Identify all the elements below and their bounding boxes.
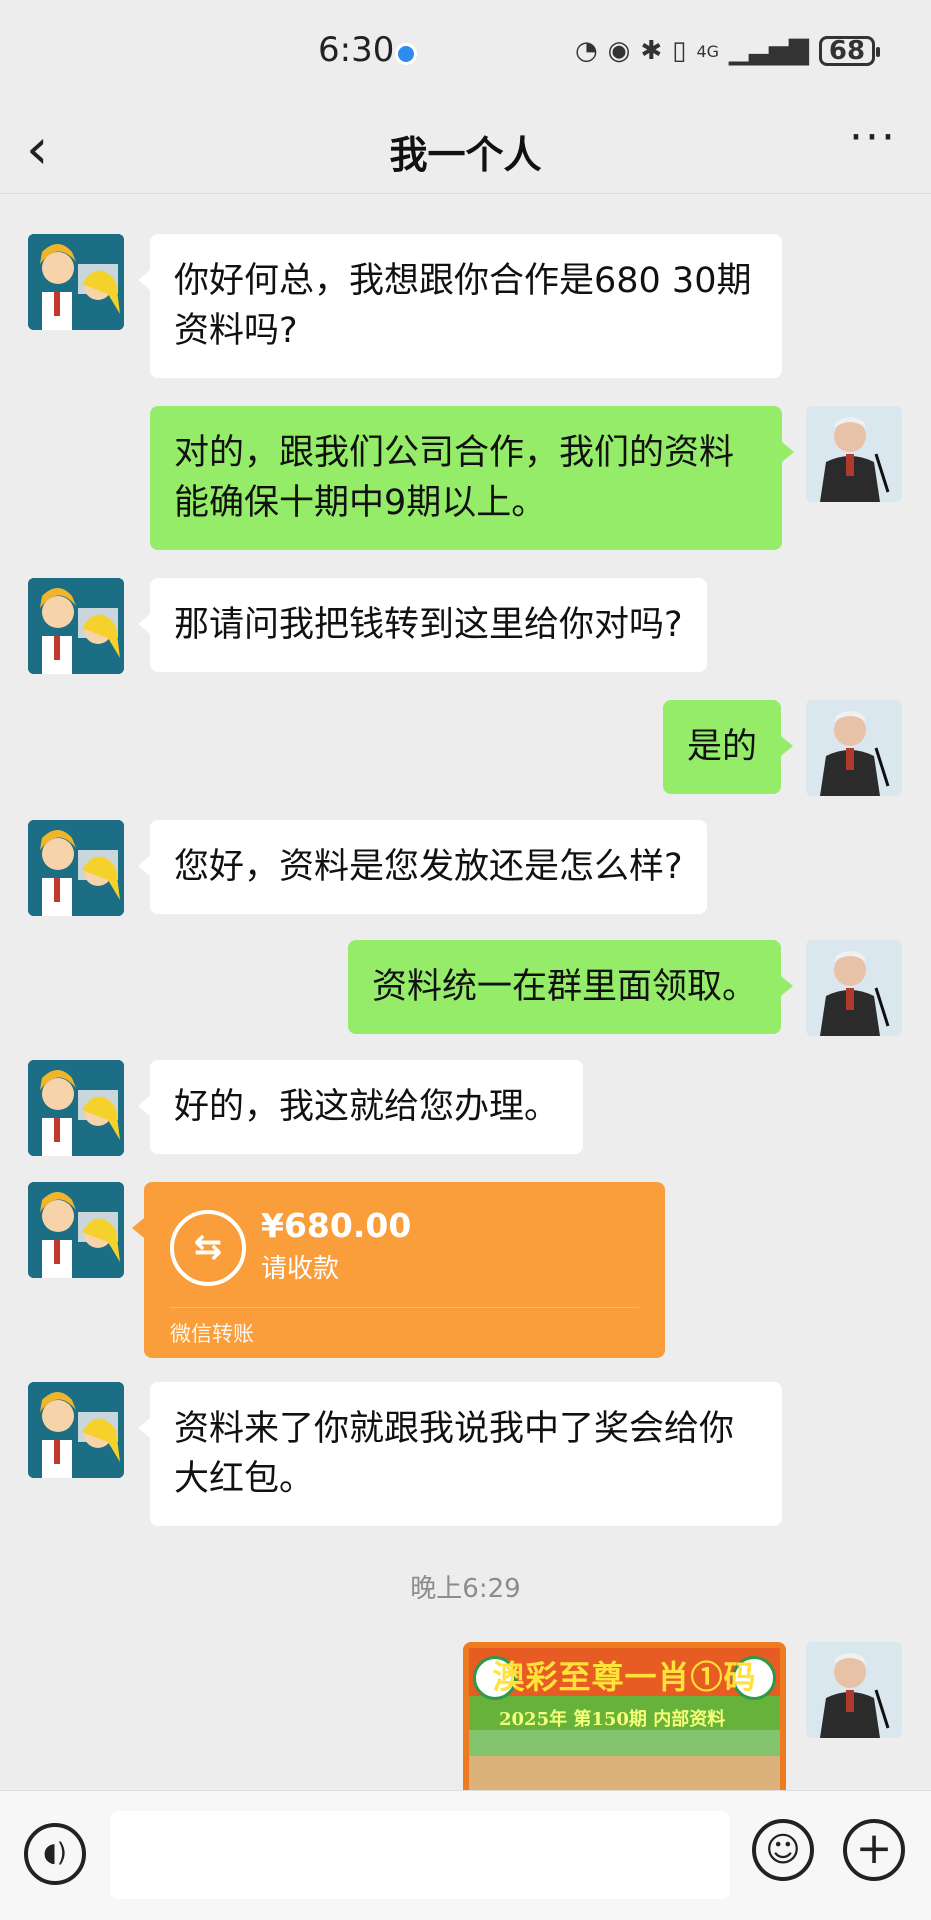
transfer-card[interactable]: ⇆ ¥680.00 请收款 微信转账 — [132, 1182, 665, 1358]
contact-avatar[interactable] — [28, 234, 124, 330]
contact-avatar[interactable] — [28, 820, 124, 916]
message-bubble[interactable]: 对的，跟我们公司合作，我们的资料能确保十期中9期以上。 — [150, 406, 794, 550]
emoji-icon[interactable]: ☺ — [752, 1819, 814, 1881]
speed-icon: ◔ — [574, 36, 598, 66]
vibrate-icon: ▯ — [672, 36, 687, 66]
cartoon-avatar-icon — [28, 1382, 124, 1478]
transfer-amount: ¥680.00 — [261, 1206, 412, 1245]
status-bar: 6:30 ◔ ◉ ✱ ▯ 4G ▁▃▅▇ 68 — [0, 0, 931, 110]
cartoon-avatar-icon — [28, 1060, 124, 1156]
message-bubble[interactable]: 你好何总，我想跟你合作是680 30期资料吗? — [138, 234, 782, 378]
eye-icon: ◉ — [607, 36, 631, 66]
message-bubble[interactable]: 资料统一在群里面领取。 — [347, 940, 794, 1034]
transfer-divider — [170, 1307, 639, 1308]
battery-level: 68 — [828, 36, 866, 66]
signal-label: 4G — [696, 41, 720, 61]
input-bar: ◖) ☺ + — [0, 1790, 931, 1920]
message-bubble[interactable]: 好的，我这就给您办理。 — [137, 1060, 584, 1154]
signal-icon: ▁▃▅▇ — [729, 36, 809, 66]
transfer-status: 请收款 — [261, 1254, 340, 1284]
cartoon-avatar-icon — [28, 820, 124, 916]
chat-timestamp: 晚上6:29 — [410, 1574, 521, 1604]
message-bubble[interactable]: 资料来了你就跟我说我中了奖会给你大红包。 — [138, 1382, 782, 1526]
more-dots-icon[interactable]: ··· — [849, 112, 897, 163]
my-avatar[interactable] — [806, 940, 902, 1036]
bluetooth-icon: ✱ — [640, 36, 663, 66]
voice-icon[interactable]: ◖) — [24, 1823, 86, 1885]
my-avatar[interactable] — [806, 406, 902, 502]
photo-avatar-icon — [806, 406, 902, 502]
message-bubble[interactable]: 您好，资料是您发放还是怎么样? — [138, 820, 707, 914]
image-subline-text: 2025年 第150期 内部资料 — [499, 1709, 726, 1730]
status-time: 6:30 — [318, 30, 395, 70]
network-indicator-icon — [395, 43, 417, 65]
image-banner-text: 澳彩至尊一肖①码 — [492, 1658, 757, 1696]
photo-avatar-icon — [806, 700, 902, 796]
message-bubble[interactable]: 那请问我把钱转到这里给你对吗? — [138, 578, 707, 672]
cartoon-avatar-icon — [28, 234, 124, 330]
contact-avatar[interactable] — [28, 1382, 124, 1478]
transfer-label: 微信转账 — [170, 1322, 254, 1346]
cartoon-avatar-icon — [28, 1182, 124, 1278]
plus-icon[interactable]: + — [843, 1819, 905, 1881]
battery-icon: 68 — [819, 36, 880, 66]
photo-avatar-icon — [806, 1642, 902, 1738]
contact-avatar[interactable] — [28, 1060, 124, 1156]
chat-header: ‹ 我一个人 ··· — [0, 110, 931, 194]
my-avatar[interactable] — [806, 1642, 902, 1738]
contact-avatar[interactable] — [28, 578, 124, 674]
message-bubble[interactable]: 是的 — [662, 700, 794, 794]
image-message[interactable]: 澳彩至尊一肖①码 2025年 第150期 内部资料 — [463, 1642, 786, 1792]
transfer-arrows-icon: ⇆ — [170, 1210, 246, 1286]
message-input[interactable] — [110, 1811, 730, 1899]
my-avatar[interactable] — [806, 700, 902, 796]
chat-title: 我一个人 — [389, 133, 542, 177]
contact-avatar[interactable] — [28, 1182, 124, 1278]
photo-avatar-icon — [806, 940, 902, 1036]
status-icons: ◔ ◉ ✱ ▯ 4G ▁▃▅▇ 68 — [574, 36, 880, 66]
cartoon-avatar-icon — [28, 578, 124, 674]
